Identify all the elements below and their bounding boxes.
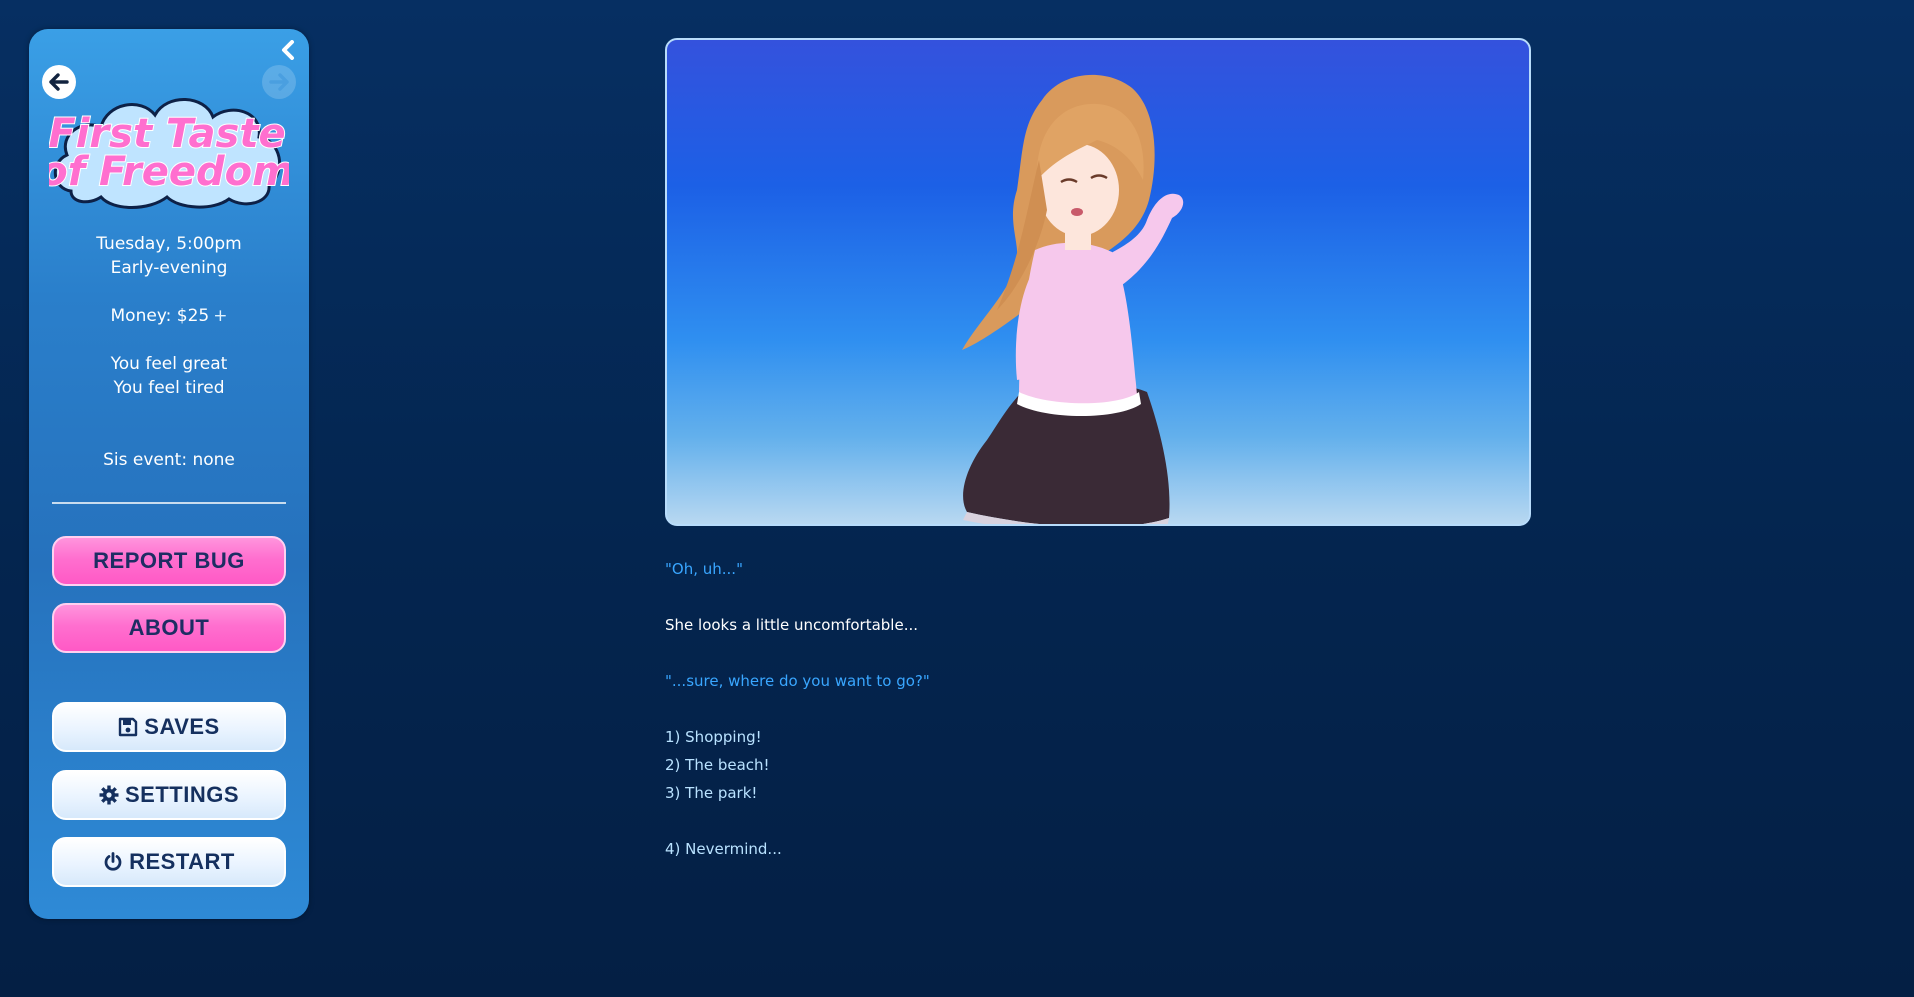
saves-button[interactable]: SAVES [52,702,286,752]
choice-nevermind-link[interactable]: 4) Nevermind... [665,835,1565,863]
report-bug-label: REPORT BUG [93,548,245,573]
passage-speech-2: "...sure, where do you want to go?" [665,672,930,690]
mood-status: You feel great [110,354,228,374]
about-button[interactable]: ABOUT [52,603,286,653]
energy-status: You feel tired [113,378,225,398]
saves-label: SAVES [144,714,220,739]
choice-shopping-link[interactable]: 1) Shopping! [665,723,1565,751]
logo-title-line2: of Freedom [49,149,289,195]
gear-icon [99,785,119,805]
scene-image [665,38,1531,526]
money-plus-link[interactable]: + [213,306,227,326]
day-time: Tuesday, 5:00pm [96,234,242,254]
time-period: Early-evening [110,258,228,278]
sis-event-status: Sis event: none [103,450,235,470]
money-value: Money: $25 [110,306,210,326]
story-caption: Tuesday, 5:00pm Early-evening Money: $25… [29,232,309,472]
passage-speech-1: "Oh, uh..." [665,560,743,578]
passage-narration: She looks a little uncomfortable... [665,616,919,634]
power-icon [104,852,122,871]
character-illustration [962,74,1184,524]
sidebar: First Taste of Freedom Tuesday, 5:00pm E… [29,29,309,919]
passage: "Oh, uh..." She looks a little uncomfort… [665,555,1565,863]
choice-park-link[interactable]: 3) The park! [665,779,1565,807]
choice-beach-link[interactable]: 2) The beach! [665,751,1565,779]
about-label: ABOUT [128,615,210,640]
money-display: Money: $25 + [29,304,309,328]
restart-button[interactable]: RESTART [52,837,286,887]
report-bug-button[interactable]: REPORT BUG [52,536,286,586]
floppy-disk-icon [119,717,138,737]
sidebar-collapse-button[interactable] [277,37,299,63]
game-logo: First Taste of Freedom [39,81,295,211]
settings-label: SETTINGS [124,782,239,807]
chevron-left-icon [282,40,294,60]
sidebar-divider [52,502,286,504]
restart-label: RESTART [129,849,235,874]
settings-button[interactable]: SETTINGS [52,770,286,820]
